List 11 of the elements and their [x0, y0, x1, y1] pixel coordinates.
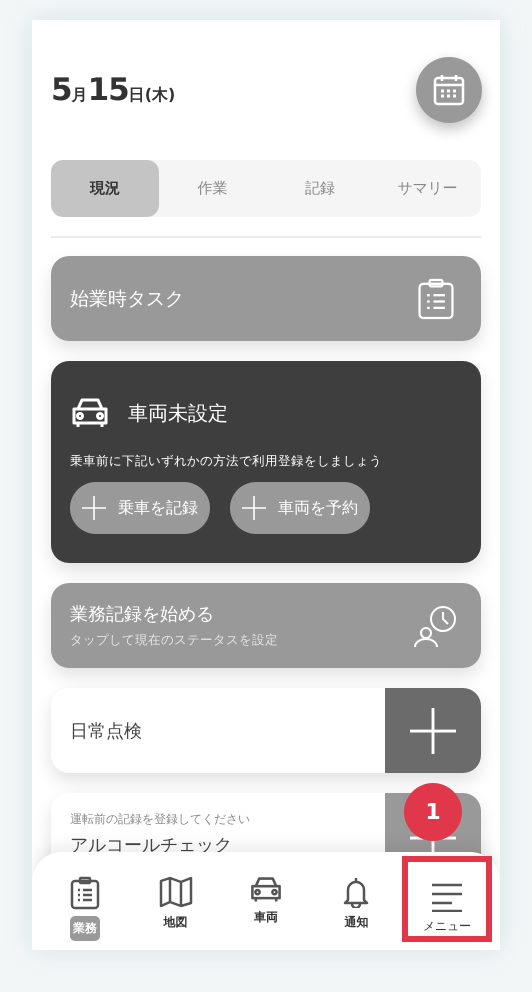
card-title: 車両未設定: [128, 400, 228, 426]
card-title: 始業時タスク: [70, 286, 184, 312]
date-number: 15: [88, 72, 129, 108]
date-number: 5: [51, 72, 72, 108]
card-subtitle: 運転前の記録を登録してください: [70, 811, 251, 828]
card-title: 業務記録を始める: [70, 603, 215, 626]
card-title: 日常点検: [70, 720, 143, 742]
date-unit: 月: [72, 85, 88, 106]
date-unit: 日(木): [128, 85, 176, 106]
card-subtitle: タップして現在のステータスを設定: [70, 632, 278, 649]
card-message: 乗車前に下記いずれかの方法で利用登録をしましょう: [70, 453, 383, 470]
